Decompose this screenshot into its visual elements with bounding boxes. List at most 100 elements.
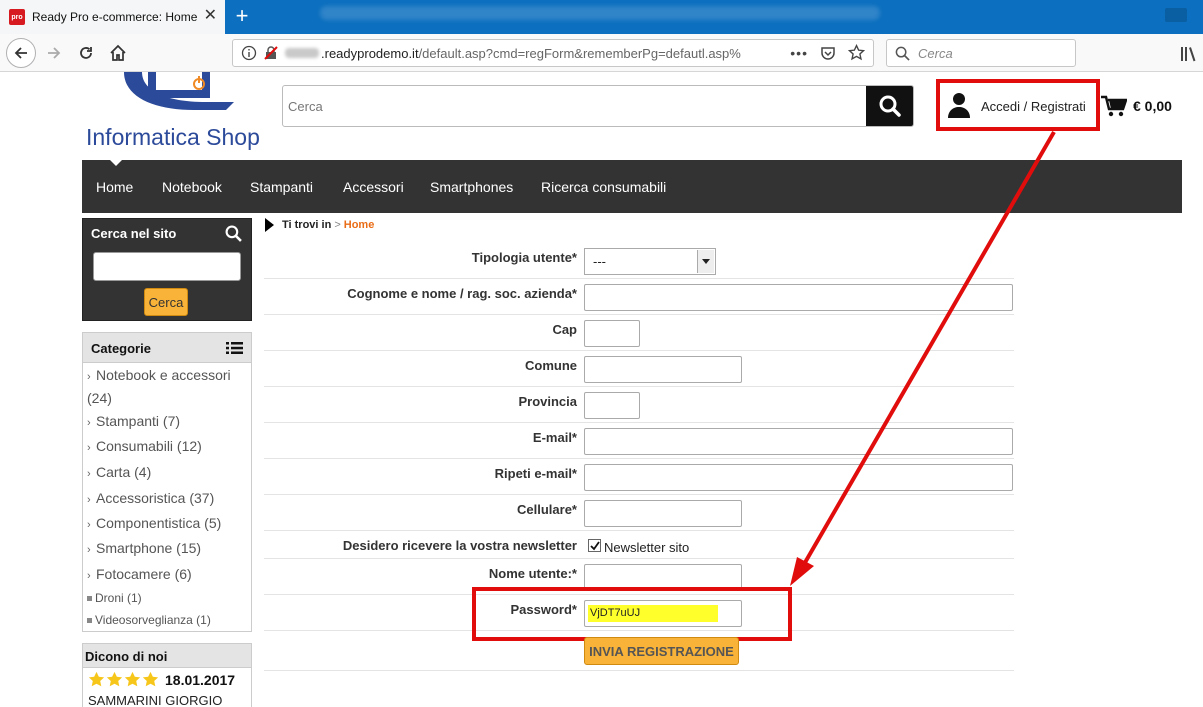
reviews-title: Dicono di noi xyxy=(83,644,251,668)
breadcrumb-home-link[interactable]: Home xyxy=(344,219,375,231)
sidebar-search-button[interactable]: Cerca xyxy=(144,288,188,316)
menu-item-accessori[interactable]: Accessori xyxy=(343,179,404,195)
label-email: E-mail* xyxy=(532,430,577,445)
square-bullet-icon xyxy=(87,618,92,624)
tab-title: Ready Pro e-commerce: Home xyxy=(32,10,198,24)
label-provincia: Provincia xyxy=(518,394,577,409)
chevron-right-icon: › xyxy=(87,494,91,506)
provincia-input[interactable] xyxy=(584,392,640,419)
subcategory-item[interactable]: Videosorveglianza (1) xyxy=(87,613,211,627)
home-button[interactable] xyxy=(104,39,132,67)
forward-button[interactable] xyxy=(40,39,68,67)
label-ripeti-email: Ripeti e-mail* xyxy=(494,466,577,481)
newsletter-option-label[interactable]: Newsletter sito xyxy=(604,540,689,555)
label-cognome: Cognome e nome / rag. soc. azienda* xyxy=(347,286,577,301)
tipologia-value: --- xyxy=(593,254,606,269)
cognome-input[interactable] xyxy=(584,284,1013,311)
star-icon xyxy=(88,671,105,687)
url-bar[interactable]: .readyprodemo.it/default.asp?cmd=regForm… xyxy=(232,39,874,67)
category-item[interactable]: › Fotocamere (6) xyxy=(87,564,247,587)
logo-graphic-icon xyxy=(124,72,234,110)
chevron-right-icon: › xyxy=(87,468,91,480)
category-item[interactable]: › Stampanti (7) xyxy=(87,411,247,434)
subcategory-item[interactable]: Droni (1) xyxy=(87,591,142,605)
tipologia-select[interactable]: --- xyxy=(584,248,716,275)
logo-text: Informatica Shop xyxy=(86,124,260,150)
label-tipologia: Tipologia utente* xyxy=(471,250,577,265)
chevron-right-icon: › xyxy=(87,570,91,582)
library-icon[interactable] xyxy=(1180,46,1196,62)
menu-item-stampanti[interactable]: Stampanti xyxy=(250,179,313,195)
chevron-right-icon: › xyxy=(87,544,91,556)
chevron-right-icon: › xyxy=(87,519,91,531)
browser-navbar: .readyprodemo.it/default.asp?cmd=regForm… xyxy=(0,34,1203,72)
category-item[interactable]: › Accessoristica (37) xyxy=(87,488,247,511)
blurred-tab-strip xyxy=(320,6,880,20)
chevron-right-icon: › xyxy=(87,371,91,383)
tab-close-icon[interactable]: ✕ xyxy=(204,8,217,24)
list-icon[interactable] xyxy=(226,341,243,355)
cap-input[interactable] xyxy=(584,320,640,347)
menu-item-smartphones[interactable]: Smartphones xyxy=(430,179,513,195)
email-input[interactable] xyxy=(584,428,1013,455)
square-bullet-icon xyxy=(87,596,92,602)
categories-panel: Categorie › Notebook e accessori (24) › St… xyxy=(82,332,252,632)
cart-total[interactable]: € 0,00 xyxy=(1133,98,1172,114)
category-item[interactable]: › Carta (4) xyxy=(87,462,247,485)
bookmark-star-icon[interactable] xyxy=(848,44,865,61)
category-item[interactable]: › Consumabili (12) xyxy=(87,436,247,459)
more-actions-icon[interactable]: ••• xyxy=(790,45,808,61)
back-button[interactable] xyxy=(6,38,36,68)
favicon-icon: pro xyxy=(9,9,25,25)
browser-search-placeholder: Cerca xyxy=(918,45,953,61)
blurred-subdomain xyxy=(285,48,319,58)
category-item[interactable]: › Componentistica (5) xyxy=(87,513,247,536)
cellulare-input[interactable] xyxy=(584,500,742,527)
chevron-right-icon: › xyxy=(87,417,91,429)
main-menu: Home Notebook Stampanti Accessori Smartp… xyxy=(82,160,1182,213)
breadcrumb: Ti trovi in > Home xyxy=(265,218,374,232)
annotation-highlight-account xyxy=(936,79,1100,131)
pocket-icon[interactable] xyxy=(820,45,836,61)
confirm-email-input[interactable] xyxy=(584,464,1013,491)
home-icon xyxy=(110,44,126,61)
breadcrumb-arrow-icon xyxy=(265,218,274,232)
site-search-button[interactable] xyxy=(866,86,913,126)
site-search: Cerca xyxy=(282,85,914,127)
reload-icon xyxy=(80,47,92,59)
insecure-lock-icon[interactable] xyxy=(263,45,279,61)
site-search-input[interactable]: Cerca xyxy=(283,86,866,126)
newsletter-checkbox[interactable] xyxy=(588,539,601,552)
browser-tab-active[interactable]: pro Ready Pro e-commerce: Home ✕ xyxy=(0,0,225,34)
info-icon[interactable] xyxy=(241,45,257,61)
site-logo[interactable]: Informatica Shop xyxy=(86,72,276,152)
menu-item-ricerca-consumabili[interactable]: Ricerca consumabili xyxy=(541,179,666,195)
sidebar-search-title: Cerca nel sito xyxy=(91,226,177,241)
checkmark-icon xyxy=(589,540,600,550)
comune-input[interactable] xyxy=(584,356,742,383)
sidebar-search-input[interactable] xyxy=(93,252,241,281)
reviews-panel: Dicono di noi 18.01.2017 SAMMARINI GIORG… xyxy=(82,643,252,707)
submit-registration-button[interactable]: INVIA REGISTRAZIONE xyxy=(584,637,739,665)
menu-item-notebook[interactable]: Notebook xyxy=(162,179,222,195)
star-icon xyxy=(142,671,159,687)
categories-title: Categorie xyxy=(91,341,151,356)
cart-icon[interactable] xyxy=(1101,95,1127,117)
reload-button[interactable] xyxy=(72,39,100,67)
url-text[interactable]: .readyprodemo.it/default.asp?cmd=regForm… xyxy=(321,46,741,61)
window-control[interactable] xyxy=(1165,8,1187,22)
label-cellulare: Cellulare* xyxy=(517,502,577,517)
category-item[interactable]: › Notebook e accessori (24) xyxy=(87,365,247,409)
arrow-right-icon xyxy=(48,47,61,59)
star-icon xyxy=(106,671,123,687)
breadcrumb-label: Ti trovi in xyxy=(282,219,332,231)
chevron-right-icon: › xyxy=(87,442,91,454)
search-icon xyxy=(895,46,910,61)
chevron-down-icon[interactable] xyxy=(697,250,714,273)
category-item[interactable]: › Smartphone (15) xyxy=(87,538,247,561)
browser-search-bar[interactable]: Cerca xyxy=(886,39,1076,67)
menu-item-home[interactable]: Home xyxy=(96,179,133,195)
sidebar-search-panel: Cerca nel sito Cerca xyxy=(82,218,252,321)
new-tab-icon[interactable]: + xyxy=(230,3,254,29)
search-icon xyxy=(225,225,242,242)
